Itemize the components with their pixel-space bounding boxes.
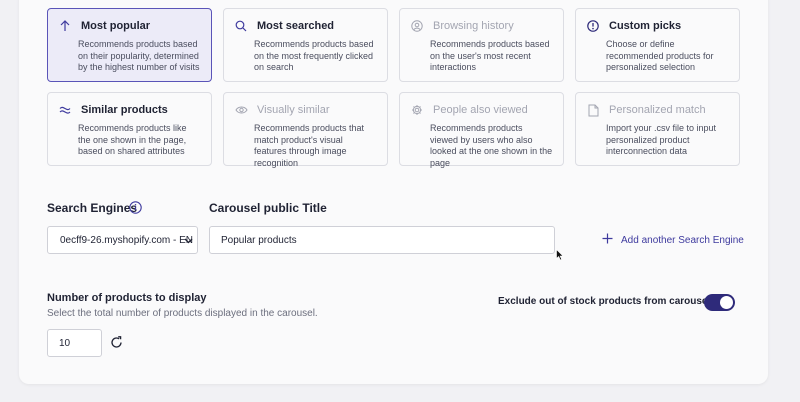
info-icon[interactable] [129,201,142,219]
search-engine-select[interactable]: 0ecff9-26.myshopify.com - EN [47,226,198,254]
card-description: Recommends products based on the user's … [430,39,550,72]
gear-icon [410,103,424,117]
exclude-oos-toggle[interactable] [704,294,735,311]
card-title: Visually similar [257,104,330,116]
products-count-label: Number of products to display [47,292,207,304]
mouse-cursor-icon [556,248,564,266]
card-most-searched[interactable]: Most searched Recommends products based … [223,8,388,82]
file-icon [586,103,600,117]
card-title: Custom picks [609,20,682,32]
refresh-icon[interactable] [110,336,123,354]
products-count-input[interactable]: 10 [47,329,102,357]
card-title: Browsing history [433,20,514,32]
search-engines-label: Search Engines [47,201,138,215]
card-title: Personalized match [609,104,706,116]
plus-icon [602,233,613,247]
card-similar-products[interactable]: Similar products Recommends products lik… [47,92,212,166]
toggle-knob [720,296,733,309]
card-description: Recommends products like the one shown i… [78,123,187,156]
search-icon [234,19,248,33]
card-personalized-match[interactable]: Personalized match Import your .csv file… [575,92,740,166]
card-description: Import your .csv file to input personali… [606,123,717,156]
exclude-oos-label: Exclude out of stock products from carou… [498,296,711,307]
eye-icon [234,103,248,117]
card-title: Similar products [81,104,168,116]
arrow-up-icon [58,19,72,33]
card-most-popular[interactable]: Most popular Recommends products based o… [47,8,212,82]
card-description: Recommends products based on the most fr… [254,39,374,72]
card-description: Recommends products viewed by users who … [430,123,553,168]
search-engine-value: 0ecff9-26.myshopify.com - EN [60,235,194,246]
card-custom-picks[interactable]: Custom picks Choose or define recommende… [575,8,740,82]
carousel-title-input[interactable]: Popular products [209,226,555,254]
card-title: Most searched [257,20,335,32]
card-description: Choose or define recommended products fo… [606,39,714,72]
card-description: Recommends products that match product's… [254,123,365,168]
card-browsing-history[interactable]: Browsing history Recommends products bas… [399,8,564,82]
card-visually-similar[interactable]: Visually similar Recommends products tha… [223,92,388,168]
card-title: People also viewed [433,104,528,116]
card-people-also-viewed[interactable]: People also viewed Recommends products v… [399,92,564,168]
carousel-title-label: Carousel public Title [209,201,327,215]
add-search-engine-button[interactable]: Add another Search Engine [602,233,744,247]
card-title: Most popular [81,20,151,32]
approx-icon [58,103,72,117]
card-description: Recommends products based on their popul… [78,39,200,72]
products-count-help: Select the total number of products disp… [47,308,318,319]
chevron-down-icon [184,236,193,248]
user-icon [410,19,424,33]
add-search-engine-label: Add another Search Engine [621,234,744,246]
alert-circle-icon [586,19,600,33]
